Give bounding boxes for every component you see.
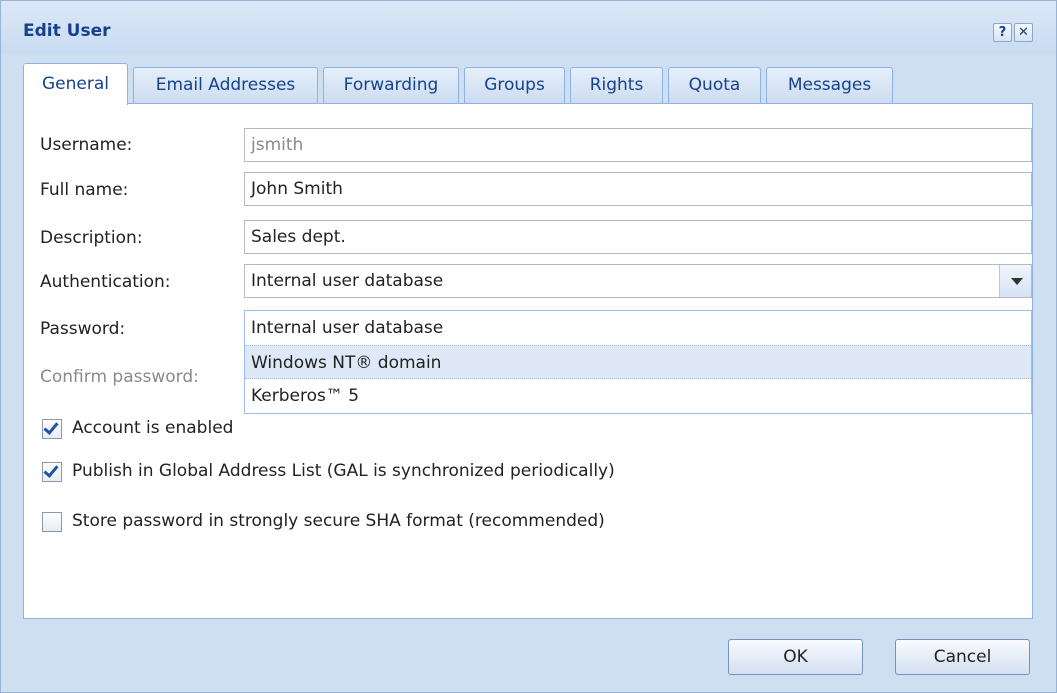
tab-quota[interactable]: Quota: [668, 67, 761, 103]
dropdown-option[interactable]: Windows NT® domain: [245, 345, 1031, 379]
chevron-down-icon[interactable]: [999, 265, 1031, 297]
authentication-select[interactable]: Internal user database: [244, 264, 1032, 298]
account-enabled-label: Account is enabled: [72, 418, 234, 438]
title-bar[interactable]: Edit User ? ✕: [1, 1, 1056, 53]
description-field[interactable]: Sales dept.: [244, 220, 1032, 254]
tab-groups[interactable]: Groups: [464, 67, 565, 103]
dropdown-option[interactable]: Kerberos™ 5: [245, 379, 1031, 413]
password-label: Password:: [40, 319, 126, 339]
authentication-label: Authentication:: [40, 272, 171, 292]
account-enabled-checkbox[interactable]: [42, 419, 62, 439]
edit-user-dialog: Edit User ? ✕ General Email Addresses Fo…: [0, 0, 1057, 693]
sha-password-checkbox[interactable]: [42, 512, 62, 532]
ok-button[interactable]: OK: [728, 639, 863, 675]
checkmark-icon: [43, 419, 59, 435]
help-icon[interactable]: ?: [993, 23, 1012, 42]
checkmark-icon: [43, 462, 59, 478]
username-field[interactable]: jsmith: [244, 128, 1032, 162]
cancel-button[interactable]: Cancel: [895, 639, 1030, 675]
fullname-field[interactable]: John Smith: [244, 172, 1032, 206]
username-label: Username:: [40, 135, 133, 155]
tab-email-addresses[interactable]: Email Addresses: [133, 67, 318, 103]
description-label: Description:: [40, 228, 143, 248]
dialog-title: Edit User: [23, 21, 111, 41]
close-icon[interactable]: ✕: [1014, 23, 1033, 42]
sha-password-label: Store password in strongly secure SHA fo…: [72, 511, 605, 531]
authentication-select-value: Internal user database: [251, 271, 444, 291]
tab-forwarding[interactable]: Forwarding: [323, 67, 459, 103]
tab-general[interactable]: General: [23, 63, 128, 105]
tab-bar: General Email Addresses Forwarding Group…: [23, 63, 1033, 105]
confirm-password-label: Confirm password:: [40, 367, 199, 387]
fullname-label: Full name:: [40, 180, 129, 200]
general-tab-panel: Username: jsmith Full name: John Smith D…: [23, 103, 1033, 619]
dropdown-option[interactable]: Internal user database: [245, 311, 1031, 345]
authentication-dropdown-list: Internal user database Windows NT® domai…: [244, 310, 1032, 414]
tab-messages[interactable]: Messages: [766, 67, 893, 103]
tab-rights[interactable]: Rights: [570, 67, 663, 103]
publish-gal-checkbox[interactable]: [42, 462, 62, 482]
publish-gal-label: Publish in Global Address List (GAL is s…: [72, 461, 615, 481]
